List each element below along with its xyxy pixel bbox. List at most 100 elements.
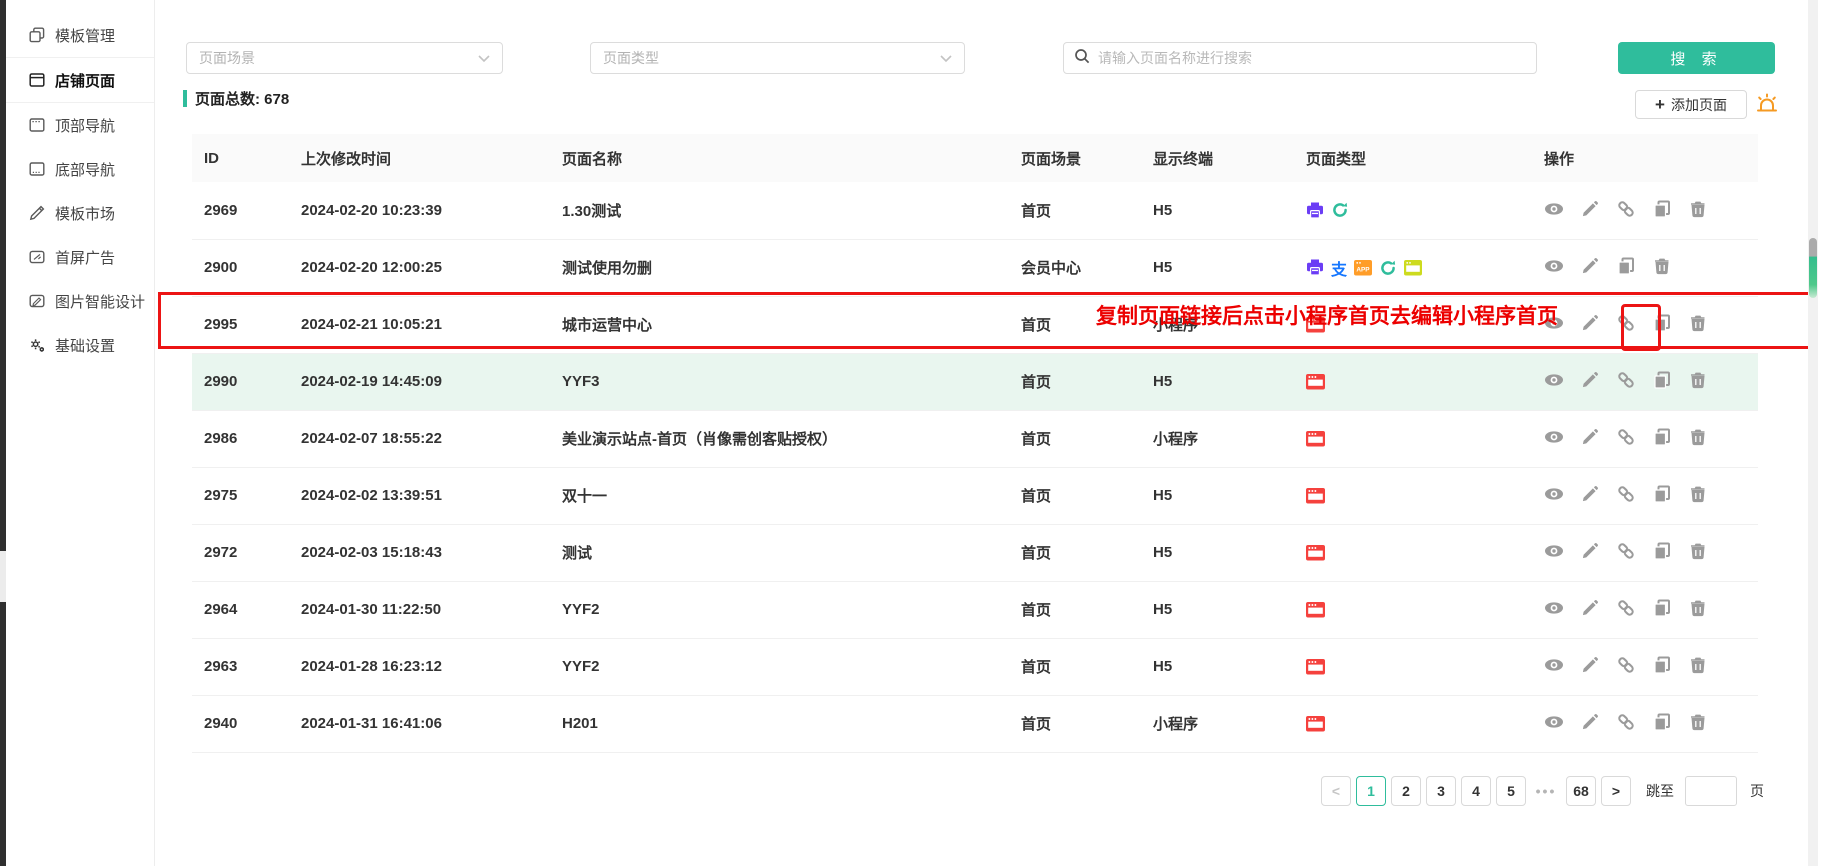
add-page-button[interactable]: + 添加页面 [1635, 90, 1747, 119]
copy-icon-button[interactable] [1652, 370, 1672, 393]
edit-icon-button[interactable] [1580, 199, 1600, 222]
cell-scene: 首页 [1009, 296, 1141, 353]
copy-icon-button[interactable] [1652, 427, 1672, 450]
edit-icon-button[interactable] [1580, 541, 1600, 564]
edit-icon-button[interactable] [1580, 712, 1600, 735]
cell-scene: 首页 [1009, 353, 1141, 410]
cell-name: 美业演示站点-首页（肖像需创客贴授权） [550, 410, 1009, 467]
edit-icon-button[interactable] [1580, 370, 1600, 393]
alarm-siren-icon[interactable] [1754, 92, 1780, 118]
prev-page-button[interactable]: < [1321, 776, 1351, 806]
cell-operations [1532, 239, 1758, 296]
svg-text:APP: APP [1356, 266, 1370, 273]
copy-icon-button[interactable] [1652, 655, 1672, 678]
table-row: 29632024-01-28 16:23:12YYF2首页H5 [192, 638, 1758, 695]
sidebar-item-2[interactable]: 店铺页面 [6, 57, 154, 103]
link-icon-button[interactable] [1616, 199, 1636, 222]
cell-type-icons: 支APP [1294, 239, 1532, 296]
cell-modified: 2024-02-03 15:18:43 [289, 524, 550, 581]
page-red-icon [1306, 545, 1325, 561]
link-icon-button[interactable] [1616, 541, 1636, 564]
view-icon-button[interactable] [1544, 484, 1564, 507]
cell-modified: 2024-01-31 16:41:06 [289, 695, 550, 752]
edit-icon-button[interactable] [1580, 655, 1600, 678]
sidebar-item-1[interactable]: 模板管理 [6, 13, 154, 57]
sidebar-item-6[interactable]: 首屏广告 [6, 235, 154, 279]
copy-icon-button[interactable] [1652, 484, 1672, 507]
link-icon-button[interactable] [1616, 484, 1636, 507]
page-button-2[interactable]: 2 [1391, 776, 1421, 806]
sidebar-item-8[interactable]: 基础设置 [6, 323, 154, 367]
delete-icon-button[interactable] [1688, 655, 1708, 678]
view-icon-button[interactable] [1544, 598, 1564, 621]
sidebar-item-4[interactable]: 底部导航 [6, 147, 154, 191]
cell-terminal: H5 [1141, 182, 1294, 239]
cell-terminal: H5 [1141, 524, 1294, 581]
search-button[interactable]: 搜 索 [1618, 42, 1775, 74]
edit-icon-button[interactable] [1580, 256, 1600, 279]
page-scene-select[interactable]: 页面场景 [186, 42, 503, 74]
cell-id: 2990 [192, 353, 289, 410]
link-icon-button[interactable] [1616, 655, 1636, 678]
cell-name: 城市运营中心 [550, 296, 1009, 353]
link-icon-button[interactable] [1616, 313, 1636, 336]
search-input[interactable] [1098, 50, 1526, 66]
sidebar-item-5[interactable]: 模板市场 [6, 191, 154, 235]
edit-icon-button[interactable] [1580, 427, 1600, 450]
view-icon-button[interactable] [1544, 712, 1564, 735]
copy-icon-button[interactable] [1652, 313, 1672, 336]
view-icon-button[interactable] [1544, 256, 1564, 279]
copy-icon-button[interactable] [1616, 256, 1636, 279]
link-icon-button[interactable] [1616, 427, 1636, 450]
copy-icon-button[interactable] [1652, 712, 1672, 735]
view-icon-button[interactable] [1544, 541, 1564, 564]
sidebar-item-label: 底部导航 [55, 159, 115, 180]
sidebar-item-3[interactable]: 顶部导航 [6, 103, 154, 147]
cell-scene: 首页 [1009, 638, 1141, 695]
scrollbar-thumb[interactable] [1809, 238, 1817, 298]
edit-icon-button[interactable] [1580, 484, 1600, 507]
view-icon-button[interactable] [1544, 370, 1564, 393]
delete-icon-button[interactable] [1688, 541, 1708, 564]
copy-icon-button[interactable] [1652, 199, 1672, 222]
sidebar-item-7[interactable]: 图片智能设计 [6, 279, 154, 323]
page-button-1[interactable]: 1 [1356, 776, 1386, 806]
delete-icon-button[interactable] [1688, 484, 1708, 507]
cell-terminal: H5 [1141, 239, 1294, 296]
delete-icon-button[interactable] [1688, 313, 1708, 336]
sync-green-icon [1379, 259, 1397, 277]
delete-icon-button[interactable] [1688, 598, 1708, 621]
view-icon-button[interactable] [1544, 427, 1564, 450]
view-icon-button[interactable] [1544, 199, 1564, 222]
edit-icon-button[interactable] [1580, 313, 1600, 336]
page-red-icon [1306, 374, 1325, 390]
cell-operations [1532, 581, 1758, 638]
delete-icon-button[interactable] [1688, 370, 1708, 393]
cell-id: 2964 [192, 581, 289, 638]
page-type-select[interactable]: 页面类型 [590, 42, 965, 74]
view-icon-button[interactable] [1544, 313, 1564, 336]
cell-name: YYF2 [550, 581, 1009, 638]
page-button-68[interactable]: 68 [1566, 776, 1596, 806]
delete-icon-button[interactable] [1688, 712, 1708, 735]
page-button-5[interactable]: 5 [1496, 776, 1526, 806]
page-button-4[interactable]: 4 [1461, 776, 1491, 806]
cell-scene: 首页 [1009, 695, 1141, 752]
link-icon-button[interactable] [1616, 370, 1636, 393]
link-icon-button[interactable] [1616, 712, 1636, 735]
mini-program-purple-icon [1306, 259, 1324, 276]
delete-icon-button[interactable] [1688, 427, 1708, 450]
next-page-button[interactable]: > [1601, 776, 1631, 806]
copy-icon-button[interactable] [1652, 598, 1672, 621]
delete-icon-button[interactable] [1652, 256, 1672, 279]
delete-icon-button[interactable] [1688, 199, 1708, 222]
page-button-3[interactable]: 3 [1426, 776, 1456, 806]
edit-icon-button[interactable] [1580, 598, 1600, 621]
column-header: 上次修改时间 [289, 134, 550, 182]
jump-page-input[interactable] [1685, 776, 1737, 806]
cell-id: 2986 [192, 410, 289, 467]
link-icon-button[interactable] [1616, 598, 1636, 621]
copy-icon-button[interactable] [1652, 541, 1672, 564]
cell-id: 2972 [192, 524, 289, 581]
view-icon-button[interactable] [1544, 655, 1564, 678]
